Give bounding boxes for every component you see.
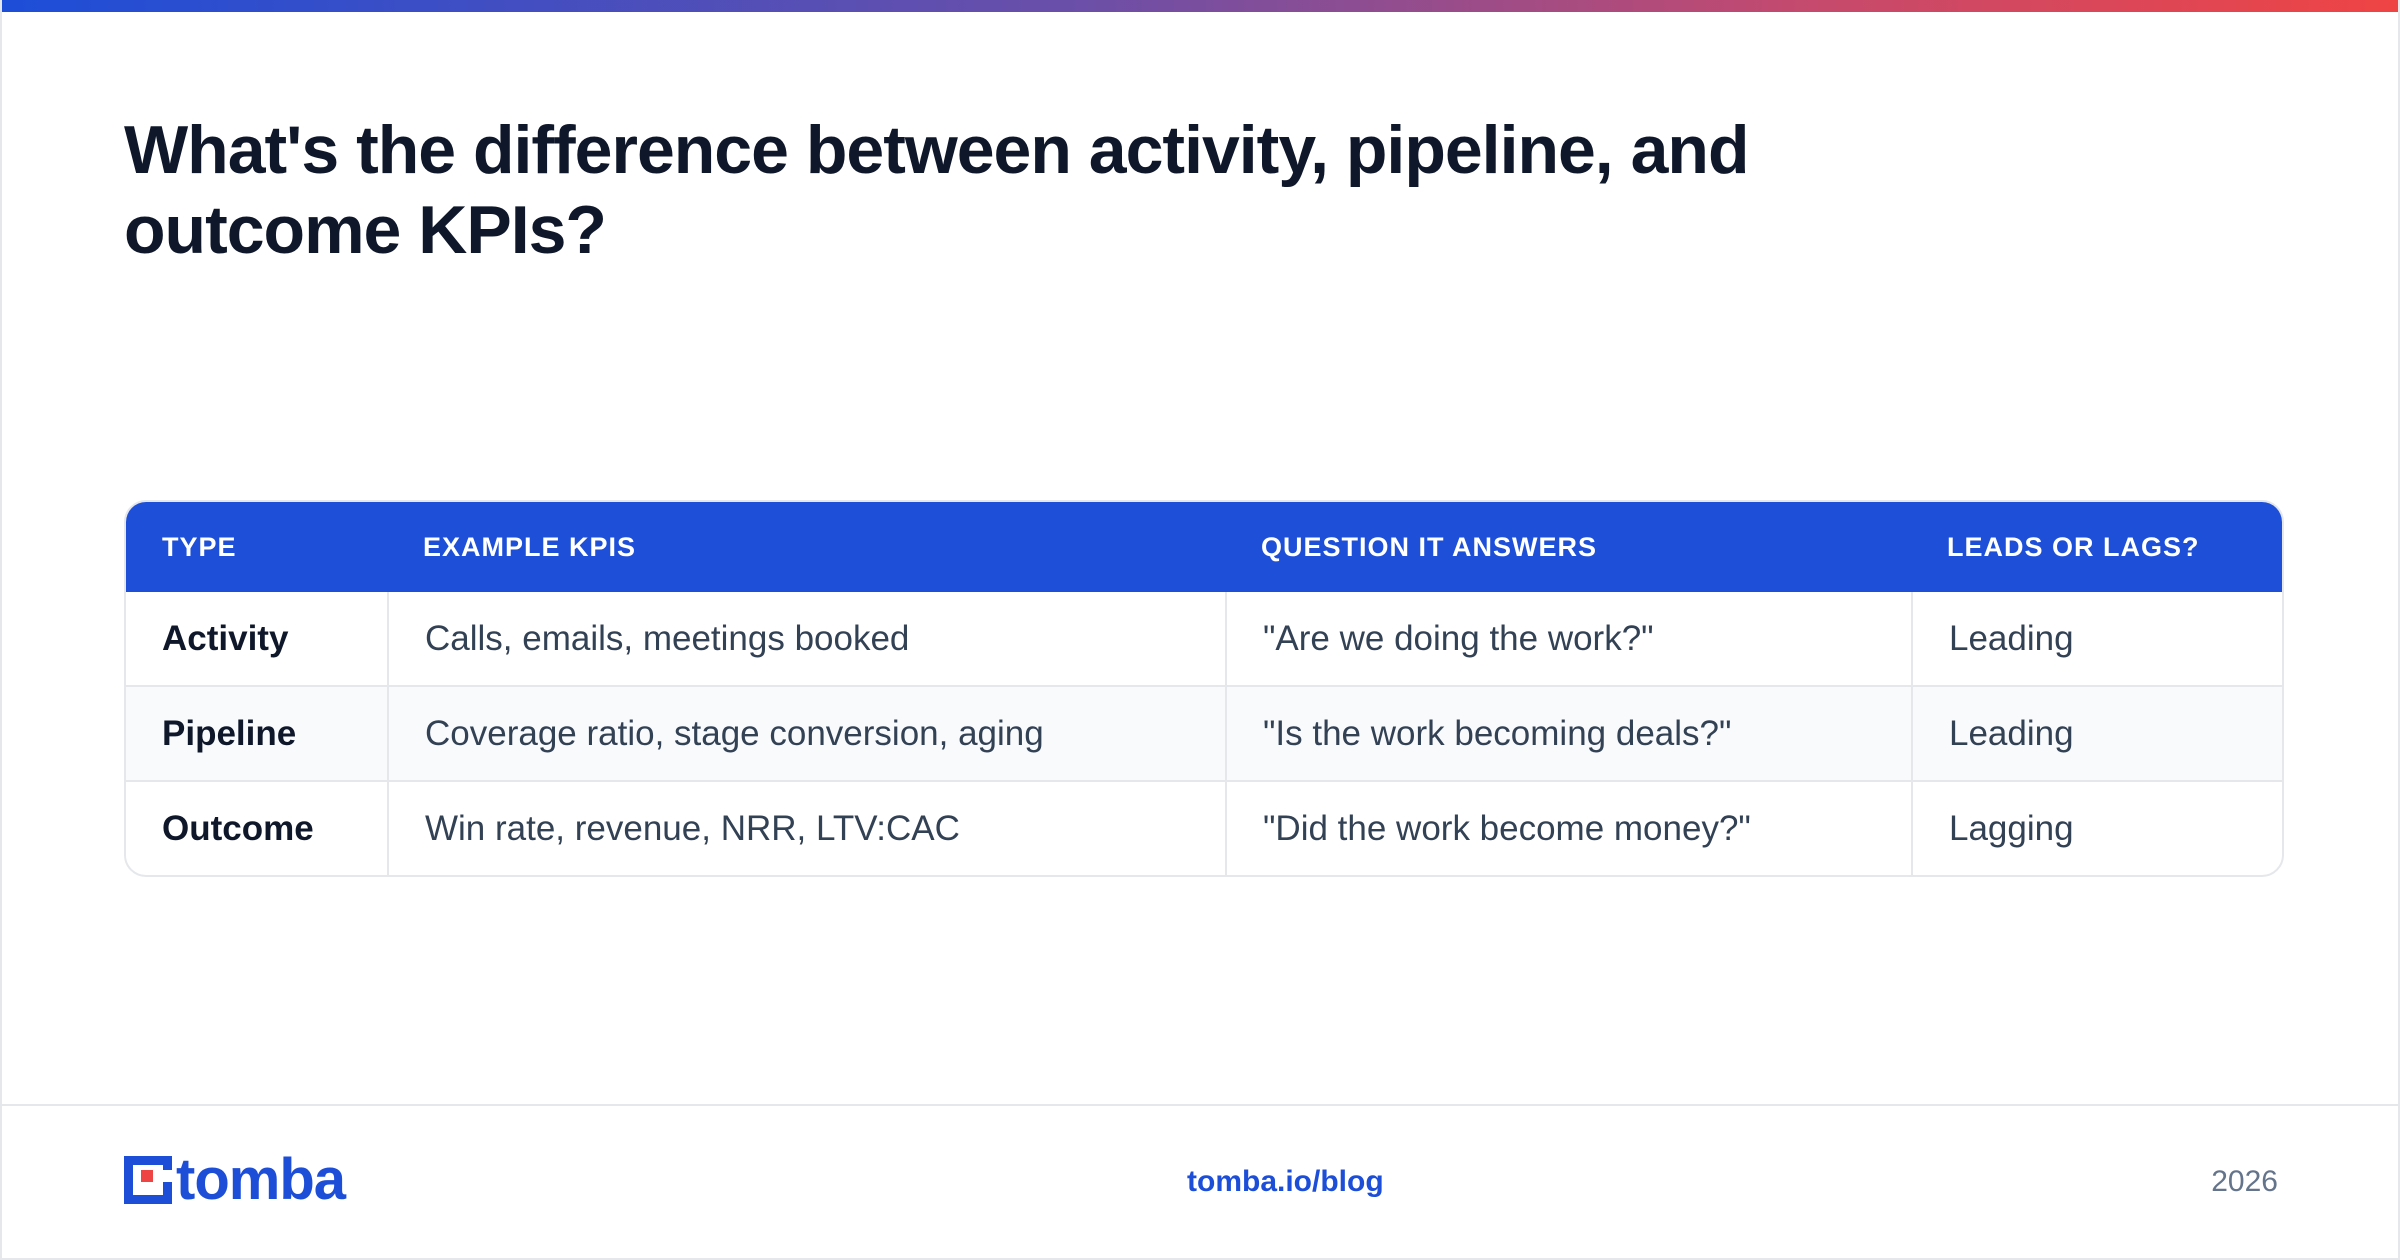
accent-gradient-bar xyxy=(2,0,2398,12)
table-body: Activity Calls, emails, meetings booked … xyxy=(126,592,2282,875)
kpi-comparison-table: TYPE EXAMPLE KPIS QUESTION IT ANSWERS LE… xyxy=(124,500,2284,877)
cell-example-kpis: Coverage ratio, stage conversion, aging xyxy=(387,685,1225,780)
cell-type: Outcome xyxy=(126,780,387,875)
header-type: TYPE xyxy=(126,502,387,592)
page-title: What's the difference between activity, … xyxy=(124,112,1750,268)
header-leads-or-lags: LEADS OR LAGS? xyxy=(1911,502,2282,592)
tomba-logo-mark-icon xyxy=(124,1156,174,1204)
logo-wordmark: tomba xyxy=(176,1147,346,1212)
table-row: Outcome Win rate, revenue, NRR, LTV:CAC … xyxy=(126,780,2282,875)
header-question: QUESTION IT ANSWERS xyxy=(1225,502,1911,592)
blog-link[interactable]: tomba.io/blog xyxy=(1187,1162,1384,1202)
table-row: Pipeline Coverage ratio, stage conversio… xyxy=(126,685,2282,780)
tomba-logo[interactable]: tomba xyxy=(124,1147,346,1212)
header-example-kpis: EXAMPLE KPIS xyxy=(387,502,1225,592)
table-header: TYPE EXAMPLE KPIS QUESTION IT ANSWERS LE… xyxy=(126,502,2282,592)
cell-leads-or-lags: Leading xyxy=(1911,685,2282,780)
year-label: 2026 xyxy=(2211,1165,2278,1198)
header-row: TYPE EXAMPLE KPIS QUESTION IT ANSWERS LE… xyxy=(126,502,2282,592)
cell-type: Pipeline xyxy=(126,685,387,780)
table-row: Activity Calls, emails, meetings booked … xyxy=(126,592,2282,685)
cell-example-kpis: Calls, emails, meetings booked xyxy=(387,592,1225,685)
cell-leads-or-lags: Lagging xyxy=(1911,780,2282,875)
cell-leads-or-lags: Leading xyxy=(1911,592,2282,685)
cell-question: "Is the work becoming deals?" xyxy=(1225,685,1911,780)
slide: What's the difference between activity, … xyxy=(0,0,2400,1260)
cell-question: "Are we doing the work?" xyxy=(1225,592,1911,685)
cell-example-kpis: Win rate, revenue, NRR, LTV:CAC xyxy=(387,780,1225,875)
cell-question: "Did the work become money?" xyxy=(1225,780,1911,875)
footer-divider xyxy=(2,1104,2398,1106)
cell-type: Activity xyxy=(162,618,289,658)
